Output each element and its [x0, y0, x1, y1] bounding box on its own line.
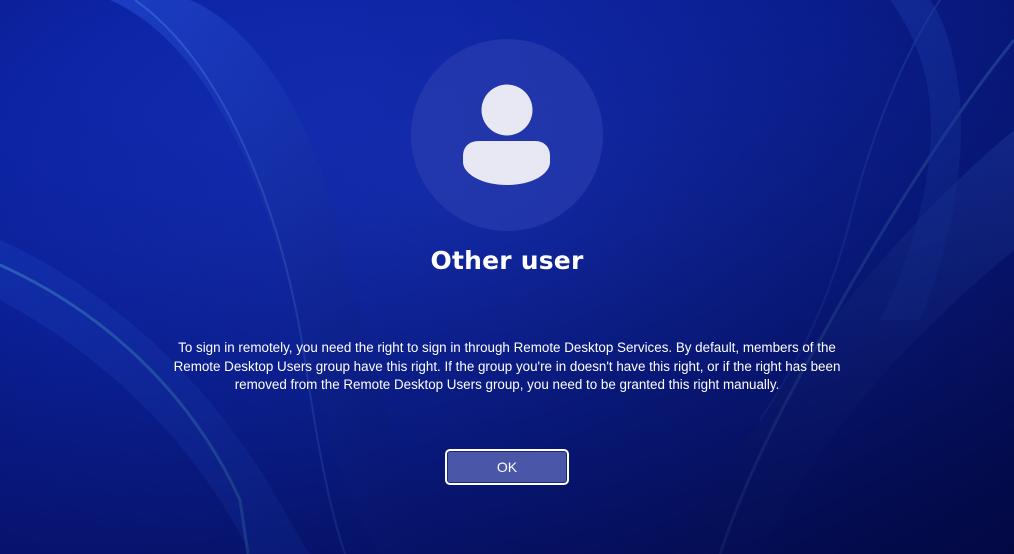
- user-icon: [463, 84, 550, 185]
- username-label: Other user: [430, 246, 584, 275]
- ok-button[interactable]: OK: [445, 449, 569, 485]
- user-avatar: [411, 39, 603, 231]
- sign-in-error-message: To sign in remotely, you need the right …: [173, 340, 841, 393]
